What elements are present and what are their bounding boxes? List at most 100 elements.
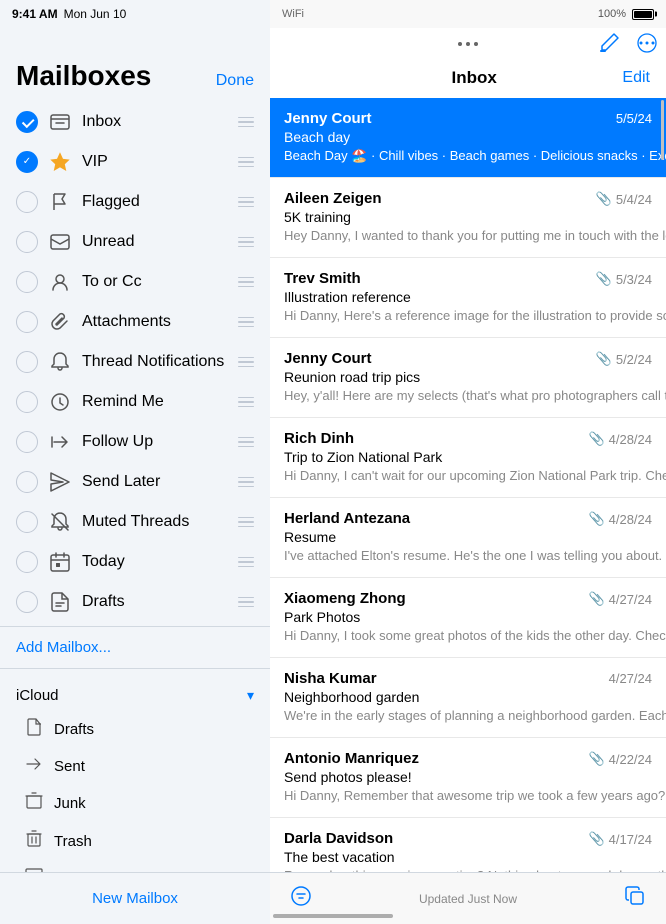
attach-icon-e2: 📎 bbox=[596, 191, 612, 207]
email-e9-date: 4/22/24 bbox=[609, 752, 652, 767]
mailbox-item-vip[interactable]: ✓ VIP bbox=[0, 142, 270, 182]
mailbox-label-muted-threads: Muted Threads bbox=[82, 513, 238, 531]
email-e1-sender: Jenny Court bbox=[284, 110, 372, 127]
attach-icon-e5: 📎 bbox=[588, 431, 604, 447]
email-e5-header: Rich Dinh 📎 4/28/24 bbox=[284, 430, 652, 447]
remind-me-icon bbox=[48, 392, 72, 412]
drag-handle-vip bbox=[238, 157, 254, 168]
email-e2-sender: Aileen Zeigen bbox=[284, 190, 382, 207]
mailbox-item-send-later[interactable]: Send Later bbox=[0, 462, 270, 502]
email-e1-header: Jenny Court 5/5/24 bbox=[284, 110, 652, 127]
attach-icon-e9: 📎 bbox=[588, 751, 604, 767]
check-remind-me[interactable] bbox=[16, 391, 38, 413]
mailbox-item-to-or-cc[interactable]: To or Cc bbox=[0, 262, 270, 302]
mailbox-label-today: Today bbox=[82, 553, 238, 571]
icloud-drafts[interactable]: Drafts bbox=[16, 710, 254, 748]
email-e3-date: 5/3/24 bbox=[616, 272, 652, 287]
mailbox-item-flagged[interactable]: Flagged bbox=[0, 182, 270, 222]
left-panel: Mailboxes Done Inbox ✓ bbox=[0, 0, 270, 924]
check-thread-notifications[interactable] bbox=[16, 351, 38, 373]
email-e7-preview: Hi Danny, I took some great photos of th… bbox=[284, 628, 666, 643]
mailbox-item-unread[interactable]: Unread bbox=[0, 222, 270, 262]
attach-icon-e10: 📎 bbox=[588, 831, 604, 847]
compose-button[interactable] bbox=[598, 32, 620, 60]
email-e7-sender: Xiaomeng Zhong bbox=[284, 590, 406, 607]
copy-icon[interactable] bbox=[624, 885, 646, 913]
mailbox-item-thread-notifications[interactable]: Thread Notifications bbox=[0, 342, 270, 382]
mailbox-item-inbox[interactable]: Inbox bbox=[0, 102, 270, 142]
email-item-e6[interactable]: Herland Antezana 📎 4/28/24 Resume I've a… bbox=[270, 498, 666, 578]
icloud-sent[interactable]: Sent bbox=[16, 748, 254, 784]
check-inbox[interactable] bbox=[16, 111, 38, 133]
more-button[interactable] bbox=[636, 32, 658, 60]
battery-icon bbox=[632, 9, 654, 20]
follow-up-icon bbox=[48, 432, 72, 452]
email-e2-header: Aileen Zeigen 📎 5/4/24 bbox=[284, 190, 652, 207]
add-mailbox-button[interactable]: Add Mailbox... bbox=[0, 631, 270, 664]
email-e6-sender: Herland Antezana bbox=[284, 510, 410, 527]
email-item-e4[interactable]: Jenny Court 📎 5/2/24 Reunion road trip p… bbox=[270, 338, 666, 418]
email-e2-preview: Hey Danny, I wanted to thank you for put… bbox=[284, 228, 666, 243]
email-item-e3[interactable]: Trev Smith 📎 5/3/24 Illustration referen… bbox=[270, 258, 666, 338]
mailbox-item-remind-me[interactable]: Remind Me bbox=[0, 382, 270, 422]
email-e9-header: Antonio Manriquez 📎 4/22/24 bbox=[284, 750, 652, 767]
icloud-trash-label: Trash bbox=[54, 833, 92, 850]
icloud-header[interactable]: iCloud ▾ bbox=[16, 681, 254, 710]
done-button[interactable]: Done bbox=[216, 72, 254, 92]
today-icon bbox=[48, 552, 72, 572]
check-drafts[interactable] bbox=[16, 591, 38, 613]
email-e8-date: 4/27/24 bbox=[609, 671, 652, 686]
email-item-e1[interactable]: Jenny Court 5/5/24 Beach day Beach Day 🏖… bbox=[270, 98, 666, 178]
check-attachments[interactable] bbox=[16, 311, 38, 333]
mailbox-item-attachments[interactable]: Attachments bbox=[0, 302, 270, 342]
mailbox-item-muted-threads[interactable]: Muted Threads bbox=[0, 502, 270, 542]
email-e6-header: Herland Antezana 📎 4/28/24 bbox=[284, 510, 652, 527]
email-e10-subject: The best vacation bbox=[284, 849, 395, 865]
mailbox-item-drafts[interactable]: Drafts bbox=[0, 582, 270, 622]
mailbox-item-follow-up[interactable]: Follow Up bbox=[0, 422, 270, 462]
email-e3-header: Trev Smith 📎 5/3/24 bbox=[284, 270, 652, 287]
check-to-or-cc[interactable] bbox=[16, 271, 38, 293]
email-e10-preview: Remember this amazing vacation? Nothing … bbox=[284, 868, 666, 872]
check-today[interactable] bbox=[16, 551, 38, 573]
new-mailbox-button[interactable]: New Mailbox bbox=[92, 890, 178, 907]
icloud-junk[interactable]: Junk bbox=[16, 784, 254, 822]
drag-handle-follow-up bbox=[238, 437, 254, 448]
icloud-archive[interactable]: Archive bbox=[16, 860, 254, 872]
battery-text: 100% bbox=[598, 8, 626, 20]
email-e8-subject: Neighborhood garden bbox=[284, 689, 419, 705]
email-e4-date: 5/2/24 bbox=[616, 352, 652, 367]
icloud-trash[interactable]: Trash bbox=[16, 822, 254, 860]
attach-icon-e3: 📎 bbox=[596, 271, 612, 287]
status-time: 9:41 AM bbox=[12, 7, 58, 21]
email-item-e5[interactable]: Rich Dinh 📎 4/28/24 Trip to Zion Nationa… bbox=[270, 418, 666, 498]
mailbox-item-today[interactable]: Today bbox=[0, 542, 270, 582]
check-follow-up[interactable] bbox=[16, 431, 38, 453]
to-or-cc-icon bbox=[48, 272, 72, 292]
check-vip[interactable]: ✓ bbox=[16, 151, 38, 173]
email-e6-preview: I've attached Elton's resume. He's the o… bbox=[284, 548, 666, 563]
edit-button[interactable]: Edit bbox=[622, 69, 650, 87]
mailbox-label-send-later: Send Later bbox=[82, 473, 238, 491]
email-item-e7[interactable]: Xiaomeng Zhong 📎 4/27/24 Park Photos Hi … bbox=[270, 578, 666, 658]
email-item-e2[interactable]: Aileen Zeigen 📎 5/4/24 5K training Hey D… bbox=[270, 178, 666, 258]
mailbox-label-to-or-cc: To or Cc bbox=[82, 273, 238, 291]
check-send-later[interactable] bbox=[16, 471, 38, 493]
filter-icon[interactable] bbox=[290, 885, 312, 913]
email-item-e10[interactable]: Darla Davidson 📎 4/17/24 The best vacati… bbox=[270, 818, 666, 872]
email-item-e8[interactable]: Nisha Kumar 4/27/24 Neighborhood garden … bbox=[270, 658, 666, 738]
email-item-e9[interactable]: Antonio Manriquez 📎 4/22/24 Send photos … bbox=[270, 738, 666, 818]
email-e7-subject: Park Photos bbox=[284, 609, 360, 625]
scrollbar[interactable] bbox=[661, 100, 664, 160]
attach-icon-e7: 📎 bbox=[588, 591, 604, 607]
footer-update-label: Updated Just Now bbox=[419, 892, 517, 906]
drag-handle-unread bbox=[238, 237, 254, 248]
inbox-title: Inbox bbox=[326, 68, 622, 88]
drag-handle-flagged bbox=[238, 197, 254, 208]
check-flagged[interactable] bbox=[16, 191, 38, 213]
check-muted-threads[interactable] bbox=[16, 511, 38, 533]
email-e8-header: Nisha Kumar 4/27/24 bbox=[284, 670, 652, 687]
attach-icon-e4: 📎 bbox=[596, 351, 612, 367]
check-unread[interactable] bbox=[16, 231, 38, 253]
mailbox-label-inbox: Inbox bbox=[82, 113, 238, 131]
